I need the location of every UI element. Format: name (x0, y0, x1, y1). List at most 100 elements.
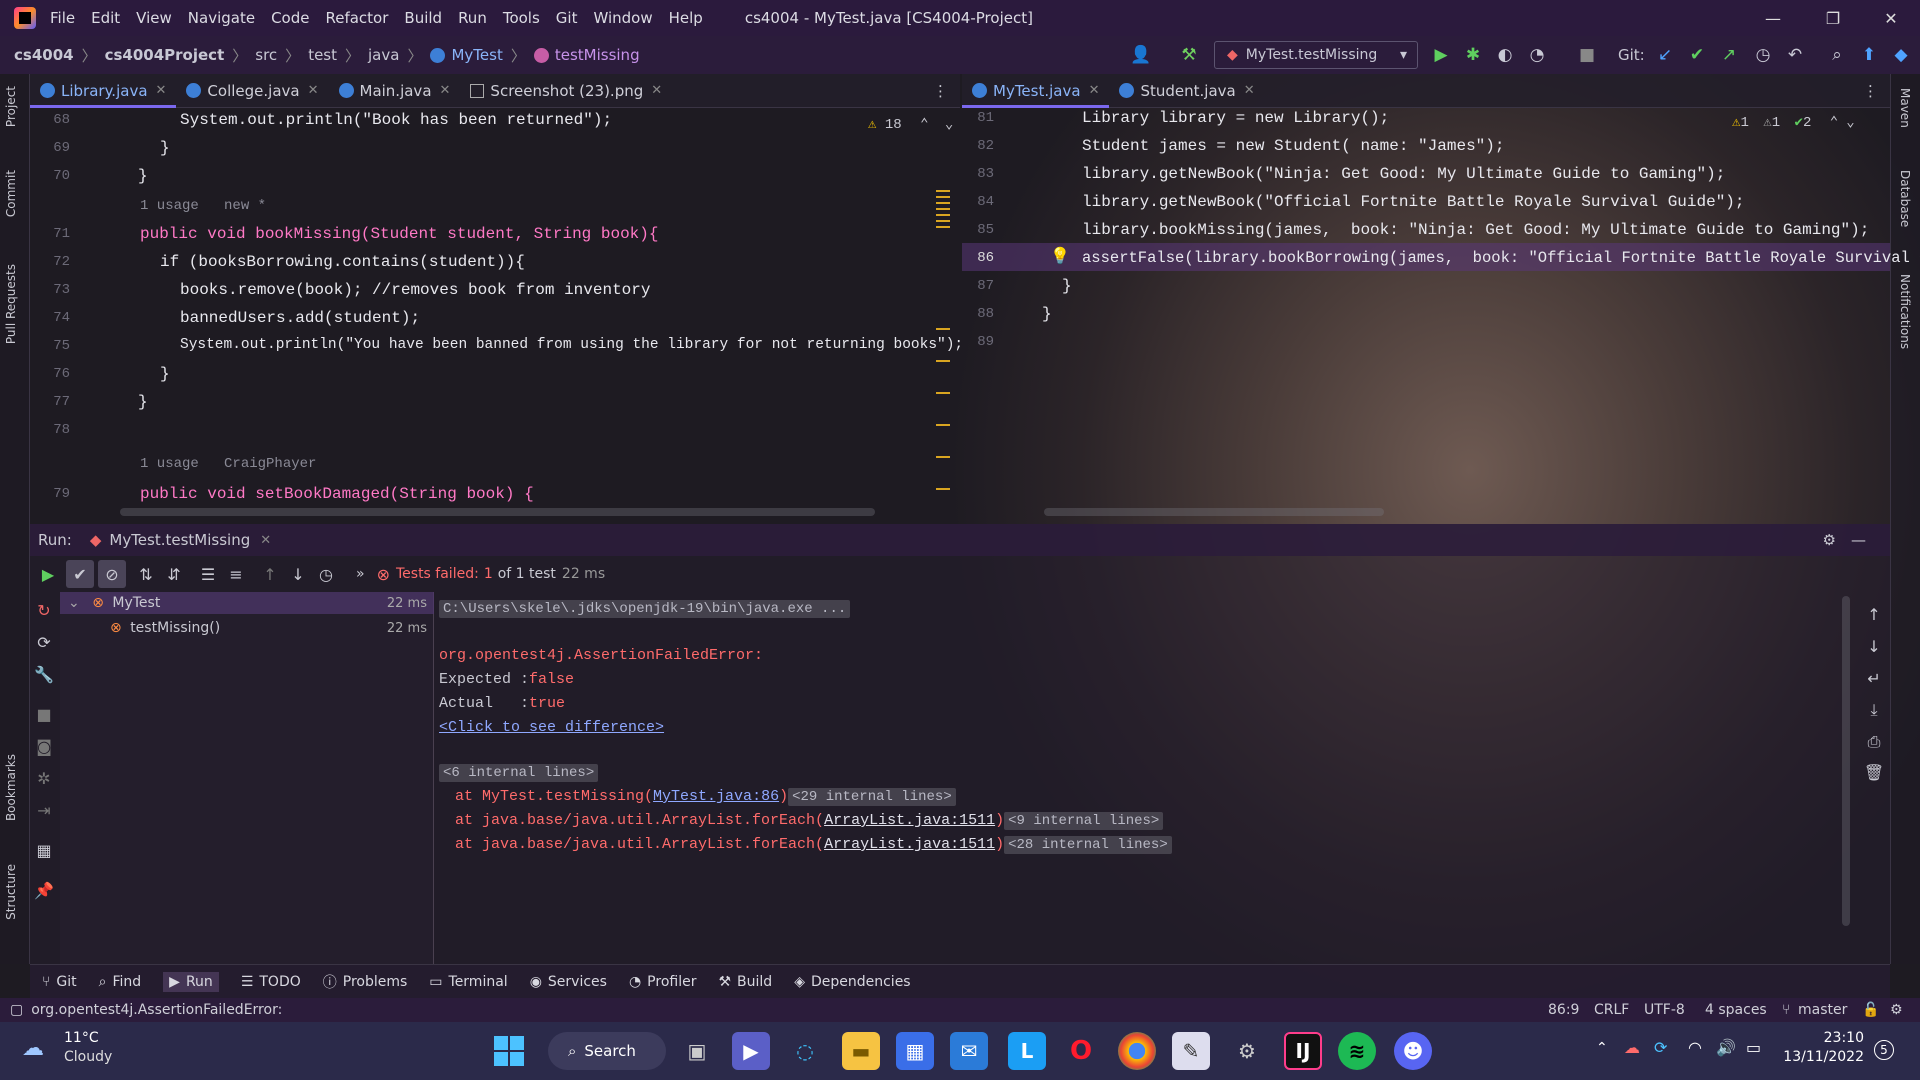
menu-git[interactable]: Git (556, 9, 578, 27)
commit-tab[interactable]: Commit (4, 170, 18, 217)
menu-navigate[interactable]: Navigate (188, 9, 255, 27)
tool-tab-build[interactable]: ⚒ Build (718, 974, 772, 990)
file-explorer-icon[interactable]: ▬ (842, 1032, 880, 1070)
next-failed-icon[interactable]: ↓ (284, 560, 312, 588)
intellij-logo-icon[interactable] (14, 7, 36, 29)
internal-lines-toggle[interactable]: <6 internal lines> (439, 764, 599, 782)
restore-icon[interactable]: ❐ (1804, 0, 1862, 36)
opera-icon[interactable]: O (1062, 1032, 1100, 1070)
code-line[interactable]: } (160, 365, 170, 383)
prev-failed-icon[interactable]: ↑ (256, 560, 284, 588)
tool-tab-dependencies[interactable]: ◈ Dependencies (794, 974, 910, 990)
rerun-failed-icon[interactable]: ↻ (30, 596, 58, 624)
menu-window[interactable]: Window (593, 9, 652, 27)
chrome-icon[interactable] (1118, 1032, 1156, 1070)
horizontal-scrollbar[interactable] (1044, 508, 1384, 516)
store-icon[interactable]: ▦ (896, 1032, 934, 1070)
clock-date[interactable]: 13/11/2022 (1774, 1049, 1864, 1065)
tool-tab-find[interactable]: ⌕ Find (99, 974, 142, 990)
left-code-editor[interactable]: ⚠ 18 ⌃ ⌄ 68 System.out.println("Book has… (30, 108, 963, 524)
close-tab-icon[interactable]: ✕ (1244, 83, 1255, 98)
tree-row[interactable]: ⊗ testMissing() (110, 620, 220, 636)
menu-run[interactable]: Run (458, 9, 487, 27)
breadcrumb-java[interactable]: java (368, 46, 399, 64)
line-separator[interactable]: CRLF (1594, 1002, 1629, 1018)
code-line[interactable]: } (1042, 305, 1052, 323)
status-message[interactable]: org.opentest4j.AssertionFailedError: (31, 1002, 282, 1018)
minimize-icon[interactable]: — (1744, 0, 1802, 36)
debug-icon[interactable]: ✱ (1462, 44, 1484, 66)
close-icon[interactable]: ✕ (1862, 0, 1920, 36)
task-view-icon[interactable]: ▣ (678, 1032, 716, 1070)
show-ignored-icon[interactable]: ⊘ (98, 560, 126, 588)
notifications-tab[interactable]: Notifications (1898, 274, 1912, 349)
tool-tab-todo[interactable]: ☰ TODO (241, 974, 301, 990)
code-line[interactable]: } (160, 139, 170, 157)
tool-tab-git[interactable]: ⑂ Git (42, 974, 77, 990)
test-history-icon[interactable]: ◷ (312, 560, 340, 588)
menu-view[interactable]: View (136, 9, 172, 27)
mail-icon[interactable]: ✉ (950, 1032, 988, 1070)
close-tab-icon[interactable]: ✕ (260, 533, 271, 548)
wifi-icon[interactable]: ◠ (1688, 1038, 1702, 1057)
tab-mytest-java[interactable]: MyTest.java ✕ (962, 74, 1110, 108)
arrow-down-icon[interactable]: ↓ (1860, 632, 1888, 660)
console-output[interactable]: C:\Users\skele\.jdks\openjdk-19\bin\java… (435, 592, 1855, 964)
run-icon[interactable]: ▶ (1430, 44, 1452, 66)
close-tab-icon[interactable]: ✕ (651, 83, 662, 98)
tray-chevron-icon[interactable]: ⌃ (1596, 1040, 1608, 1056)
wrench-icon[interactable]: 🔧 (30, 660, 58, 688)
more-tabs-icon[interactable]: ⋮ (1863, 82, 1878, 100)
user-icon[interactable]: 👤 (1130, 44, 1152, 66)
inspection-widget[interactable]: ⚠ 18 ⌃ ⌄ (868, 116, 953, 133)
code-line[interactable]: } (138, 393, 148, 411)
git-push-icon[interactable]: ↗ (1718, 44, 1740, 66)
usage-hint[interactable]: 1 usage CraigPhayer (140, 456, 316, 472)
collapse-all-icon[interactable]: ≡ (222, 560, 250, 588)
gear-icon[interactable]: ⚙ (1823, 531, 1836, 549)
internal-lines-toggle[interactable]: <28 internal lines> (1004, 836, 1172, 854)
diff-link[interactable]: <Click to see difference> (439, 719, 664, 736)
teams-icon[interactable]: ▶ (732, 1032, 770, 1070)
error-stripe[interactable] (936, 138, 950, 518)
settings-icon[interactable]: ✲ (30, 764, 58, 792)
history-icon[interactable]: ◷ (1752, 44, 1774, 66)
arrow-up-icon[interactable]: ↑ (1860, 600, 1888, 628)
stop-icon[interactable]: ■ (1576, 44, 1598, 66)
volume-icon[interactable]: 🔊 (1716, 1038, 1736, 1057)
code-line[interactable]: bannedUsers.add(student); (180, 309, 420, 327)
layout-icon[interactable]: ▦ (30, 836, 58, 864)
breadcrumb-project[interactable]: cs4004 (14, 46, 74, 64)
sort-duration-icon[interactable]: ⇵ (160, 560, 188, 588)
vertical-scrollbar[interactable] (1842, 596, 1850, 926)
tool-tab-problems[interactable]: ⓘ Problems (323, 972, 408, 992)
code-line[interactable]: assertFalse(library.bookBorrowing(james,… (1082, 249, 1920, 267)
run-tab[interactable]: MyTest.testMissing (109, 531, 250, 549)
console-command[interactable]: C:\Users\skele\.jdks\openjdk-19\bin\java… (439, 600, 851, 618)
project-tab[interactable]: Project (4, 86, 18, 127)
more-tabs-icon[interactable]: ⋮ (933, 82, 948, 100)
chevron-up-icon[interactable]: ⌃ (920, 117, 928, 133)
code-line[interactable]: System.out.println("Book has been return… (180, 111, 612, 129)
scroll-to-end-icon[interactable]: ⤓ (1860, 696, 1888, 724)
tab-college-java[interactable]: College.java ✕ (176, 74, 328, 108)
structure-tab[interactable]: Structure (4, 864, 18, 920)
search-icon[interactable]: ⌕ (1826, 44, 1848, 66)
settings-gear-icon[interactable]: ⚙ (1228, 1032, 1266, 1070)
exit-icon[interactable]: ⇥ (30, 796, 58, 824)
weather-desc[interactable]: Cloudy (64, 1049, 112, 1065)
inspection-widget[interactable]: ⚠1 ⚠1 ✔2 ⌃ ⌄ (1732, 114, 1855, 131)
code-line[interactable]: books.remove(book); //removes book from … (180, 281, 650, 299)
breadcrumb-test[interactable]: test (308, 46, 337, 64)
close-tab-icon[interactable]: ✕ (156, 83, 167, 98)
database-tab[interactable]: Database (1898, 170, 1912, 227)
print-icon[interactable]: ⎙ (1860, 728, 1888, 756)
pull-requests-tab[interactable]: Pull Requests (4, 264, 18, 344)
stack-link[interactable]: ArrayList.java:1511 (824, 812, 995, 829)
tool-tab-services[interactable]: ◉ Services (530, 974, 607, 990)
usage-hint[interactable]: 1 usage new * (140, 198, 266, 214)
git-commit-icon[interactable]: ✔ (1686, 44, 1708, 66)
horizontal-scrollbar[interactable] (120, 508, 875, 516)
tool-tab-run[interactable]: ▶ Run (163, 971, 219, 992)
tab-main-java[interactable]: Main.java ✕ (329, 74, 461, 108)
